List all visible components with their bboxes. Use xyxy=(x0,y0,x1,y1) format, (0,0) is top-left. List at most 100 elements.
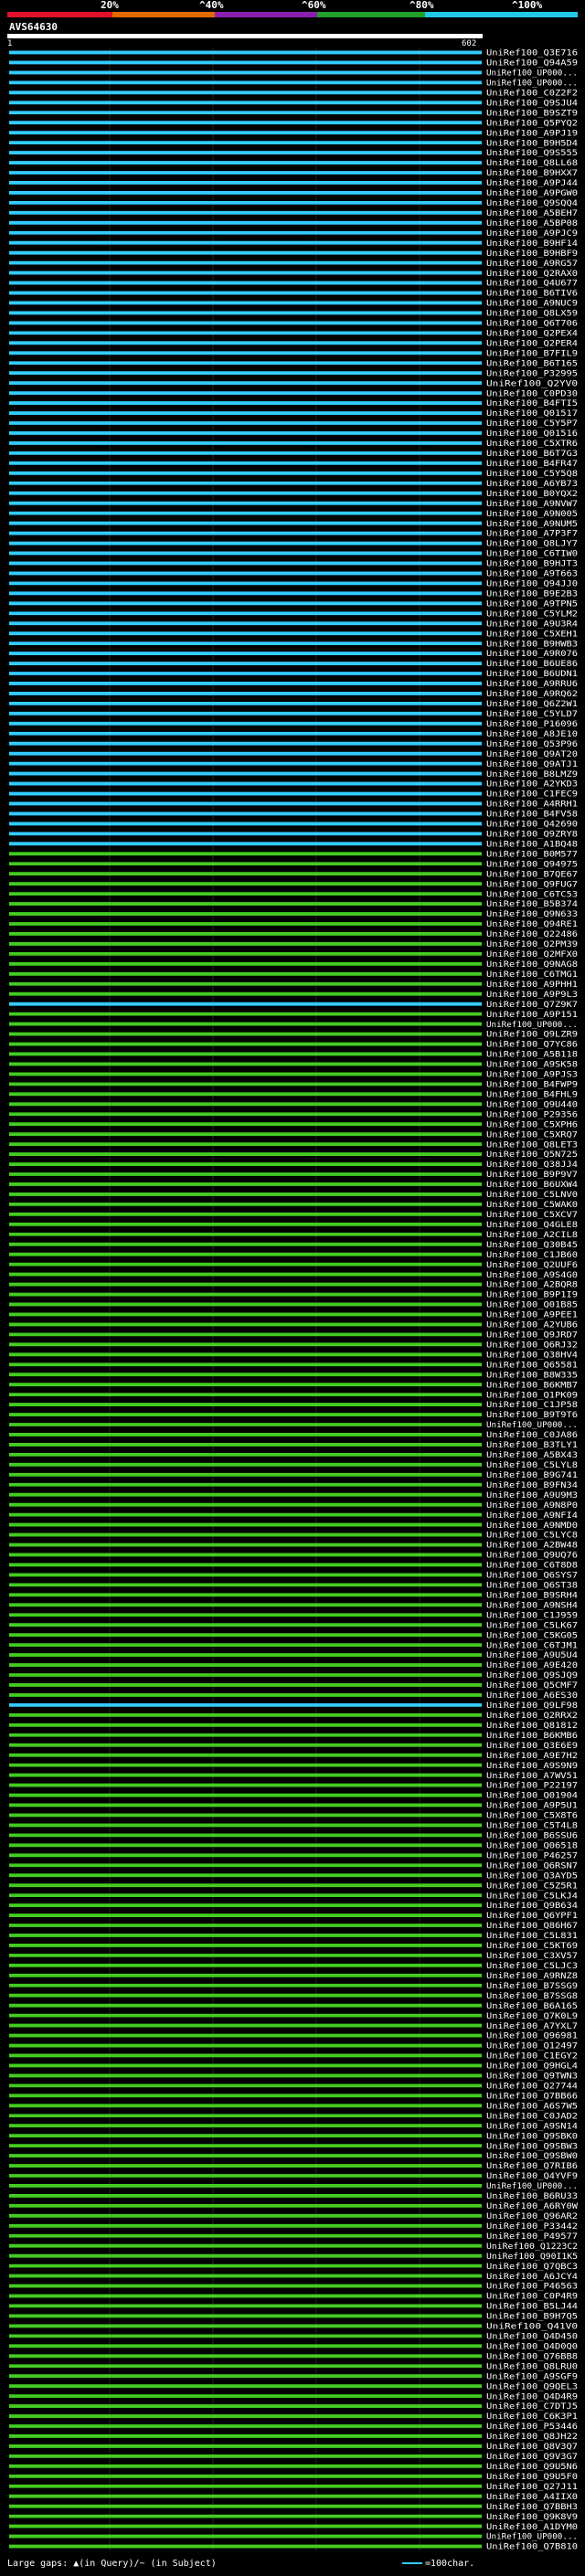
hit-label[interactable]: UniRef100_A1DYM0 xyxy=(486,2523,578,2532)
hit-label[interactable]: UniRef100_Q9U5N6 xyxy=(486,2463,578,2472)
hit-label[interactable]: UniRef100_Q9FUG7 xyxy=(486,880,578,889)
hit-label[interactable]: UniRef100_C5LNV0 xyxy=(486,1191,578,1200)
hit-label[interactable]: UniRef100_UP000... xyxy=(486,2182,578,2191)
hit-label[interactable]: UniRef100_A9SGF9 xyxy=(486,2372,578,2381)
hit-label[interactable]: UniRef100_Q8V3Q7 xyxy=(486,2443,578,2452)
hit-label[interactable]: UniRef100_B7SSG8 xyxy=(486,1992,578,2001)
hit-label[interactable]: UniRef100_B9SRH4 xyxy=(486,1591,578,1600)
hit-label[interactable]: UniRef100_Q9AT20 xyxy=(486,750,578,759)
hit-label[interactable]: UniRef100_B6RU33 xyxy=(486,2192,578,2201)
hit-label[interactable]: UniRef100_C1FEC9 xyxy=(486,790,578,800)
hit-label[interactable]: UniRef100_A9T663 xyxy=(486,570,578,579)
hit-label[interactable]: UniRef100_Q94RE1 xyxy=(486,920,578,929)
hit-label[interactable]: UniRef100_B6A165 xyxy=(486,2002,578,2011)
hit-label[interactable]: UniRef100_Q4GLE8 xyxy=(486,1221,578,1230)
hit-label[interactable]: UniRef100_Q41V0 xyxy=(486,2323,578,2332)
hit-label[interactable]: UniRef100_Q1223C2 xyxy=(486,2242,578,2252)
hit-label[interactable]: UniRef100_C5XTR6 xyxy=(486,440,578,449)
hit-label[interactable]: UniRef100_A8JE10 xyxy=(486,730,578,739)
hit-label[interactable]: UniRef100_Q8LJY7 xyxy=(486,540,578,549)
hit-label[interactable]: UniRef100_A9P5U1 xyxy=(486,1802,578,1811)
hit-label[interactable]: UniRef100_Q9U440 xyxy=(486,1100,578,1109)
hit-label[interactable]: UniRef100_A4RRH1 xyxy=(486,800,578,810)
hit-label[interactable]: UniRef100_A9RQ62 xyxy=(486,690,578,699)
hit-label[interactable]: UniRef100_A6JCY4 xyxy=(486,2273,578,2282)
hit-label[interactable]: UniRef100_C5L831 xyxy=(486,1932,578,1941)
hit-label[interactable]: UniRef100_Q6ST38 xyxy=(486,1582,578,1591)
hit-label[interactable]: UniRef100_Q4U677 xyxy=(486,280,578,289)
hit-label[interactable]: UniRef100_C1J959 xyxy=(486,1611,578,1620)
hit-label[interactable]: UniRef100_B4FWP9 xyxy=(486,1081,578,1090)
hit-label[interactable]: UniRef100_B9HJT3 xyxy=(486,560,578,569)
hit-label[interactable]: UniRef100_Q6T706 xyxy=(486,320,578,329)
hit-label[interactable]: UniRef100_A9NUM5 xyxy=(486,520,578,529)
hit-label[interactable]: UniRef100_Q2UUF6 xyxy=(486,1261,578,1270)
hit-label[interactable]: UniRef100_B6SSU6 xyxy=(486,1832,578,1841)
hit-label[interactable]: UniRef100_Q9QEL3 xyxy=(486,2382,578,2391)
hit-label[interactable]: UniRef100_B8LMZ9 xyxy=(486,770,578,779)
hit-label[interactable]: UniRef100_B6KMB7 xyxy=(486,1381,578,1390)
hit-label[interactable]: UniRef100_A9RG57 xyxy=(486,260,578,269)
hit-label[interactable]: UniRef100_A4IIX0 xyxy=(486,2493,578,2502)
hit-label[interactable]: UniRef100_Q12497 xyxy=(486,2042,578,2051)
hit-label[interactable]: UniRef100_Q2RRX2 xyxy=(486,1712,578,1721)
hit-label[interactable]: UniRef100_Q01516 xyxy=(486,429,578,439)
hit-label[interactable]: UniRef100_A9SN14 xyxy=(486,2122,578,2131)
hit-label[interactable]: UniRef100_Q96AR2 xyxy=(486,2212,578,2221)
hit-label[interactable]: UniRef100_C5XEH1 xyxy=(486,630,578,639)
hit-label[interactable]: UniRef100_A9PJ44 xyxy=(486,179,578,188)
hit-label[interactable]: UniRef100_B7SSG9 xyxy=(486,1982,578,1991)
hit-label[interactable]: UniRef100_Q4D4R9 xyxy=(486,2392,578,2401)
hit-label[interactable]: UniRef100_A9TPN5 xyxy=(486,599,578,609)
hit-label[interactable]: UniRef100_Q9N633 xyxy=(486,910,578,919)
hit-label[interactable]: UniRef100_Q2PER4 xyxy=(486,339,578,348)
hit-label[interactable]: UniRef100_Q27J11 xyxy=(486,2483,578,2492)
hit-label[interactable]: UniRef100_B0YQX2 xyxy=(486,490,578,499)
hit-label[interactable]: UniRef100_C1JB60 xyxy=(486,1251,578,1260)
hit-label[interactable]: UniRef100_P16096 xyxy=(486,720,578,729)
hit-label[interactable]: UniRef100_A9PJ19 xyxy=(486,129,578,138)
hit-label[interactable]: UniRef100_C5XPH6 xyxy=(486,1120,578,1129)
hit-label[interactable]: UniRef100_Q01B85 xyxy=(486,1301,578,1310)
hit-label[interactable]: UniRef100_P22197 xyxy=(486,1782,578,1791)
hit-label[interactable]: UniRef100_Q2YV0 xyxy=(486,379,578,388)
hit-label[interactable]: UniRef100_Q9SBK0 xyxy=(486,2132,578,2141)
hit-label[interactable]: UniRef100_A6YB73 xyxy=(486,480,578,489)
hit-label[interactable]: UniRef100_Q4D450 xyxy=(486,2333,578,2342)
hit-label[interactable]: UniRef100_Q5CMF7 xyxy=(486,1681,578,1691)
hit-label[interactable]: UniRef100_B7FIL9 xyxy=(486,349,578,358)
hit-label[interactable]: UniRef100_C6TJM1 xyxy=(486,1641,578,1650)
hit-label[interactable]: UniRef100_C0JAD2 xyxy=(486,2112,578,2121)
hit-label[interactable]: UniRef100_B9E2B3 xyxy=(486,589,578,599)
hit-label[interactable]: UniRef100_B9HBF9 xyxy=(486,249,578,259)
hit-label[interactable]: UniRef100_B9P9V7 xyxy=(486,1171,578,1180)
hit-label[interactable]: UniRef100_Q7BBH3 xyxy=(486,2503,578,2512)
hit-label[interactable]: UniRef100_C5XRQ7 xyxy=(486,1130,578,1140)
hit-label[interactable]: UniRef100_A6ES30 xyxy=(486,1691,578,1701)
hit-label[interactable]: UniRef100_Q1PK09 xyxy=(486,1391,578,1400)
hit-label[interactable]: UniRef100_Q9U5F0 xyxy=(486,2473,578,2482)
hit-label[interactable]: UniRef100_Q9K8V9 xyxy=(486,2513,578,2522)
hit-label[interactable]: UniRef100_A9U5U4 xyxy=(486,1651,578,1660)
hit-label[interactable]: UniRef100_A9E420 xyxy=(486,1661,578,1670)
hit-label[interactable]: UniRef100_C5WAK0 xyxy=(486,1201,578,1210)
hit-label[interactable]: UniRef100_Q65581 xyxy=(486,1361,578,1370)
hit-label[interactable]: UniRef100_C5LK67 xyxy=(486,1621,578,1630)
hit-label[interactable]: UniRef100_C0Z2F2 xyxy=(486,89,578,98)
hit-label[interactable]: UniRef100_Q3E6E9 xyxy=(486,1742,578,1751)
hit-label[interactable]: UniRef100_C5LJC3 xyxy=(486,1962,578,1971)
hit-label[interactable]: UniRef100_C5LYC8 xyxy=(486,1532,578,1541)
hit-label[interactable]: UniRef100_A9RRU6 xyxy=(486,680,578,689)
hit-label[interactable]: UniRef100_B9HWB3 xyxy=(486,640,578,649)
hit-label[interactable]: UniRef100_UP000... xyxy=(486,1421,578,1430)
hit-label[interactable]: UniRef100_Q42690 xyxy=(486,821,578,830)
hit-label[interactable]: UniRef100_A9S4G0 xyxy=(486,1271,578,1280)
hit-label[interactable]: UniRef100_B6UXW4 xyxy=(486,1181,578,1190)
hit-label[interactable]: UniRef100_UP000... xyxy=(486,2533,578,2542)
hit-label[interactable]: UniRef100_Q5PYQ2 xyxy=(486,119,578,128)
hit-label[interactable]: UniRef100_Q01517 xyxy=(486,409,578,419)
hit-label[interactable]: UniRef100_Q9TWN3 xyxy=(486,2072,578,2082)
hit-label[interactable]: UniRef100_C1EGY2 xyxy=(486,2052,578,2062)
hit-label[interactable]: UniRef100_C5KT69 xyxy=(486,1942,578,1951)
hit-label[interactable]: UniRef100_Q96981 xyxy=(486,2032,578,2041)
